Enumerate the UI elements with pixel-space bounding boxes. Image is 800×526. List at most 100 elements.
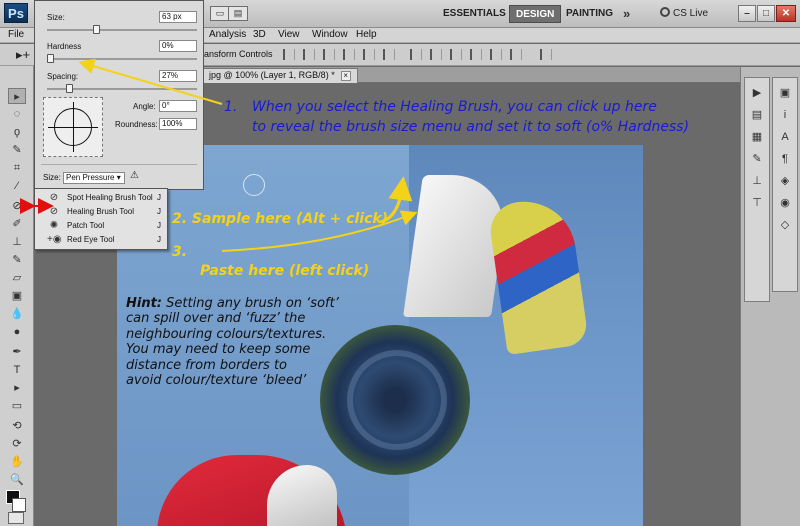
hardness-input[interactable]: 0% <box>159 40 197 52</box>
size-control-select[interactable]: Pen Pressure ▾ <box>63 172 125 184</box>
menu-window[interactable]: Window <box>312 29 348 40</box>
arrange-documents-icon[interactable]: ▤ <box>228 6 248 21</box>
type-tool-icon[interactable]: T <box>8 362 26 378</box>
size-input[interactable]: 63 px <box>159 11 197 23</box>
channels-icon[interactable]: ◉ <box>776 196 794 210</box>
roundness-input[interactable]: 100% <box>159 118 197 130</box>
quick-mask-button[interactable] <box>8 512 24 524</box>
3d-orbit-tool-icon[interactable]: ⟳ <box>8 436 26 452</box>
distribute-bottom-icon[interactable] <box>450 49 462 60</box>
size-label: Size: <box>47 13 65 22</box>
flyout-item-label: Spot Healing Brush Tool <box>67 193 153 202</box>
step2-note: 2. Sample here (Alt + click) <box>172 211 389 227</box>
show-transform-controls-label[interactable]: ansform Controls <box>204 49 273 59</box>
distribute-middle-icon[interactable] <box>430 49 442 60</box>
menu-3d[interactable]: 3D <box>253 29 266 40</box>
blur-tool-icon[interactable]: 💧 <box>8 306 26 322</box>
maximize-button[interactable]: □ <box>757 5 775 22</box>
distribute-center-icon[interactable] <box>490 49 502 60</box>
flyout-item-spot-healing[interactable]: ⊘ Spot Healing Brush Tool J <box>37 191 165 205</box>
distribute-left-icon[interactable] <box>470 49 482 60</box>
auto-align-icon[interactable] <box>540 49 552 60</box>
flyout-item-red-eye[interactable]: +◉ Red Eye Tool J <box>37 233 165 247</box>
hint-title: Hint: <box>126 296 163 311</box>
workspace-design[interactable]: DESIGN <box>509 5 562 23</box>
distribute-top-icon[interactable] <box>410 49 422 60</box>
healing-brush-icon: ⊘ <box>49 206 59 217</box>
tool-presets-icon[interactable]: ⊤ <box>748 196 766 210</box>
align-bottom-icon[interactable] <box>323 49 335 60</box>
align-right-icon[interactable] <box>383 49 395 60</box>
menu-file[interactable]: File <box>8 29 24 40</box>
hint-note: Hint: Setting any brush on ‘soft’ can sp… <box>126 296 346 388</box>
document-tab[interactable]: jpg @ 100% (Layer 1, RGB/8) * × <box>202 68 358 83</box>
eyedropper-tool-icon[interactable]: ⁄ <box>8 178 26 194</box>
align-center-icon[interactable] <box>363 49 375 60</box>
align-middle-icon[interactable] <box>303 49 315 60</box>
water-swirl-image <box>347 350 447 450</box>
quick-selection-tool-icon[interactable]: ✎ <box>8 142 26 158</box>
spacing-slider-thumb[interactable] <box>65 84 73 93</box>
menu-help[interactable]: Help <box>356 29 377 40</box>
paths-icon[interactable]: ◇ <box>776 218 794 232</box>
menu-view[interactable]: View <box>278 29 300 40</box>
crop-tool-icon[interactable]: ⌗ <box>8 160 26 176</box>
paragraph-icon[interactable]: ¶ <box>776 152 794 166</box>
hint-line: You may need to keep some <box>126 342 311 358</box>
hand-tool-icon[interactable]: ✋ <box>8 454 26 470</box>
workspace-painting[interactable]: PAINTING <box>560 5 619 23</box>
eraser-tool-icon[interactable]: ▱ <box>8 270 26 286</box>
spacing-slider[interactable] <box>47 84 197 93</box>
close-tab-icon[interactable]: × <box>340 71 351 81</box>
mini-bridge-icon[interactable]: ▤ <box>748 108 766 122</box>
align-top-icon[interactable] <box>283 49 295 60</box>
more-workspaces-button[interactable]: » <box>623 5 630 23</box>
minimize-button[interactable]: – <box>738 5 756 22</box>
brush-tool-icon[interactable]: ✐ <box>8 216 26 232</box>
play-actions-icon[interactable]: ▶ <box>748 86 766 100</box>
history-icon[interactable]: ▣ <box>776 86 794 100</box>
cs-live-button[interactable]: CS Live <box>660 5 708 23</box>
size-slider[interactable] <box>47 25 197 34</box>
document-tab-label: jpg @ 100% (Layer 1, RGB/8) * <box>209 70 335 80</box>
distribute-right-icon[interactable] <box>510 49 522 60</box>
marquee-tool-icon[interactable]: ◌ <box>8 106 26 122</box>
menu-analysis[interactable]: Analysis <box>209 29 246 40</box>
clone-stamp-tool-icon[interactable]: ⊥ <box>8 234 26 250</box>
screen-mode-icon[interactable]: ▭ <box>210 6 230 21</box>
spacing-input[interactable]: 27% <box>159 70 197 82</box>
step1-line1: When you select the Healing Brush, you c… <box>252 99 657 115</box>
pen-tool-icon[interactable]: ✒ <box>8 344 26 360</box>
step3-note: Paste here (left click) <box>200 263 370 279</box>
align-left-icon[interactable] <box>343 49 355 60</box>
angle-input[interactable]: 0° <box>159 100 197 112</box>
history-brush-tool-icon[interactable]: ✎ <box>8 252 26 268</box>
zoom-tool-icon[interactable]: 🔍 <box>8 472 26 488</box>
hardness-slider[interactable] <box>47 54 197 63</box>
brush-presets-icon[interactable]: ✎ <box>748 152 766 166</box>
workspace-essentials[interactable]: ESSENTIALS <box>437 5 512 23</box>
info-icon[interactable]: i <box>776 108 794 122</box>
close-button[interactable]: ✕ <box>776 5 796 22</box>
flyout-item-label: Red Eye Tool <box>67 235 115 244</box>
path-selection-tool-icon[interactable]: ▸ <box>8 380 26 396</box>
tool-preset-icon[interactable]: ▸+ <box>16 47 30 63</box>
move-tool-icon[interactable]: ▸ <box>8 88 26 104</box>
shape-tool-icon[interactable]: ▭ <box>8 398 26 414</box>
3d-rotate-tool-icon[interactable]: ⟲ <box>8 418 26 434</box>
angle-label: Angle: <box>133 102 156 111</box>
lasso-tool-icon[interactable]: ϙ <box>8 124 26 140</box>
navigator-icon[interactable]: ▦ <box>748 130 766 144</box>
character-icon[interactable]: A <box>776 130 794 144</box>
flyout-item-patch[interactable]: ✺ Patch Tool J <box>37 219 165 233</box>
healing-brush-tool-icon[interactable]: ⊘ <box>8 198 26 214</box>
brush-tip-preview[interactable] <box>43 97 103 157</box>
hardness-slider-thumb[interactable] <box>47 54 54 63</box>
size-slider-thumb[interactable] <box>92 25 100 34</box>
clone-source-icon[interactable]: ⊥ <box>748 174 766 188</box>
flyout-item-healing-brush[interactable]: ⊘ Healing Brush Tool J <box>37 205 165 219</box>
dodge-tool-icon[interactable]: ● <box>8 324 26 340</box>
layers-icon[interactable]: ◈ <box>776 174 794 188</box>
gradient-tool-icon[interactable]: ▣ <box>8 288 26 304</box>
background-color-swatch[interactable] <box>12 498 26 512</box>
